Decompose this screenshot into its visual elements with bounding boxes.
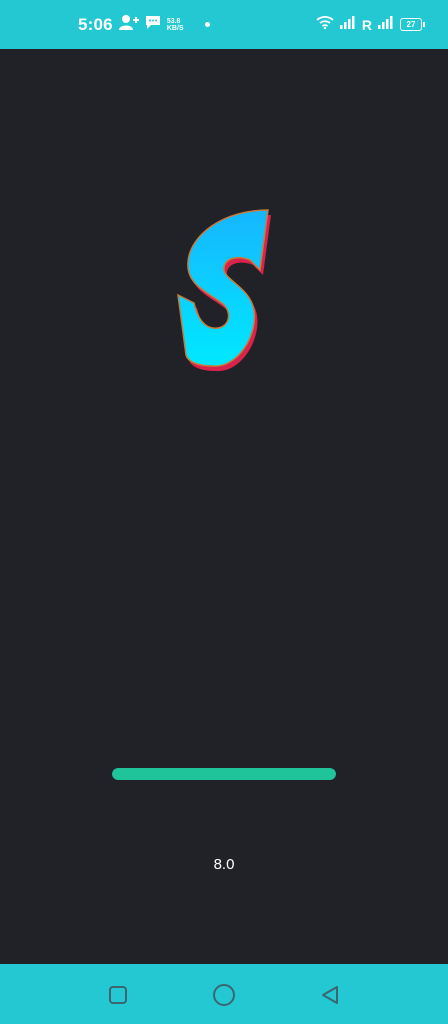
status-right: R 27 (316, 15, 425, 34)
loading-progress-fill (112, 768, 336, 780)
carrier-label: R (361, 16, 372, 33)
wifi-icon (316, 15, 334, 34)
network-speed: 53.8 KB/S (167, 18, 185, 32)
signal-icon (339, 15, 356, 34)
app-version: 8.0 (213, 856, 235, 873)
logo-letter (177, 209, 269, 367)
status-time: 5:06 (78, 14, 113, 34)
network-speed-unit: KB/S (166, 24, 184, 32)
loading-progress-bar (112, 768, 336, 780)
status-left: 5:06 53.8 KB/S (78, 14, 210, 35)
home-circle-icon[interactable] (211, 982, 237, 1008)
chat-icon (145, 14, 161, 35)
back-triangle-icon[interactable] (317, 982, 343, 1008)
battery-icon: 27 (400, 18, 425, 31)
network-speed-value: 53.8 (166, 17, 181, 25)
notification-dot (204, 22, 210, 27)
navigation-bar (0, 964, 448, 1024)
recents-square-icon[interactable] (105, 982, 131, 1008)
status-bar: 5:06 53.8 KB/S R 27 (0, 0, 448, 49)
signal-icon-2 (378, 15, 394, 34)
person-add-icon (118, 14, 139, 35)
app-logo (168, 200, 273, 375)
